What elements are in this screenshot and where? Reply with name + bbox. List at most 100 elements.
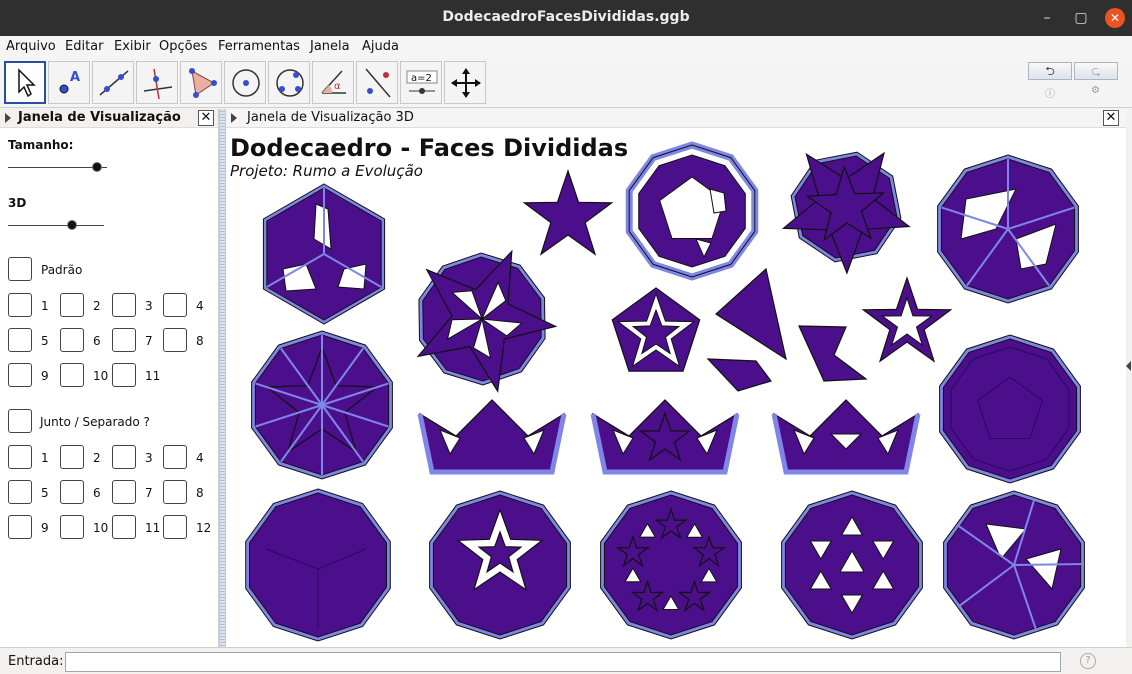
menu-exibir[interactable]: Exibir: [114, 39, 151, 54]
checkbox-label: 5: [41, 334, 49, 348]
checkbox-g1-1[interactable]: [8, 293, 32, 317]
line-tool-button[interactable]: [92, 61, 134, 104]
maximize-icon[interactable]: ▢: [1071, 8, 1091, 28]
title-bar: DodecaedroFacesDivididas.ggb – ▢ ✕: [0, 0, 1132, 36]
checkbox-label: 4: [196, 451, 204, 465]
checkbox-g1-7[interactable]: [112, 328, 136, 352]
checkbox-label: 3: [145, 299, 153, 313]
checkbox-g2-6[interactable]: [60, 480, 84, 504]
checkbox-g2-9[interactable]: [8, 515, 32, 539]
checkbox-label: 8: [196, 486, 204, 500]
checkbox-g2-3[interactable]: [112, 445, 136, 469]
solid-decagon-closed-body: [942, 338, 1078, 480]
menu-editar[interactable]: Editar: [65, 39, 104, 54]
settings-gear-icon[interactable]: ⚙: [1091, 85, 1100, 96]
menu-bar: Arquivo Editar Exibir Opções Ferramentas…: [0, 36, 1132, 58]
checkbox-label: 4: [196, 299, 204, 313]
checkbox-g2-11[interactable]: [112, 515, 136, 539]
circle-three-points-icon: [276, 69, 304, 97]
checkbox-g1-8[interactable]: [163, 328, 187, 352]
svg-text:A: A: [70, 70, 80, 85]
default-checkbox-label: Padrão: [41, 263, 83, 277]
close-3d-view-icon[interactable]: ✕: [1103, 110, 1119, 126]
expand-arrow-icon[interactable]: [1126, 361, 1131, 371]
checkbox-g1-11[interactable]: [112, 363, 136, 387]
input-bar: Entrada: ?: [0, 647, 1132, 674]
checkbox-g1-9[interactable]: [8, 363, 32, 387]
angle-tool-button[interactable]: α: [312, 61, 354, 104]
polyhedra-scene[interactable]: Dodecaedro - Faces Divididas Projeto: Ru…: [226, 129, 1126, 647]
view3d-slider-handle[interactable]: [67, 220, 78, 230]
together-separate-checkbox[interactable]: [8, 409, 32, 433]
scene-heading: Dodecaedro - Faces Divididas: [230, 134, 628, 162]
circle-center-icon: [232, 69, 260, 97]
circle-three-points-tool-button[interactable]: [268, 61, 310, 104]
checkbox-g1-5[interactable]: [8, 328, 32, 352]
checkbox-g2-7[interactable]: [112, 480, 136, 504]
view3d-label: 3D: [8, 196, 27, 210]
collapse-arrow-icon[interactable]: [231, 113, 237, 123]
checkbox-g2-5[interactable]: [8, 480, 32, 504]
checkbox-label: 11: [145, 369, 161, 383]
checkbox-g1-3[interactable]: [112, 293, 136, 317]
checkbox-label: 7: [145, 486, 153, 500]
panel-splitter[interactable]: [219, 109, 226, 647]
checkbox-g1-6[interactable]: [60, 328, 84, 352]
checkbox-label: 10: [93, 521, 109, 535]
perpendicular-icon: [143, 68, 173, 100]
angle-icon: α: [321, 70, 346, 94]
input-help-icon[interactable]: ?: [1080, 653, 1096, 669]
checkbox-label: 9: [41, 369, 49, 383]
menu-ajuda[interactable]: Ajuda: [362, 39, 399, 54]
checkbox-label: 6: [93, 334, 101, 348]
point-icon: A: [59, 70, 80, 94]
graphics-view-title: Janela de Visualização: [18, 110, 181, 125]
move-view-icon: [451, 68, 481, 98]
checkbox-label: 9: [41, 521, 49, 535]
quad-shard: [706, 358, 772, 392]
reflect-icon: [365, 68, 391, 98]
close-panel-icon[interactable]: ✕: [198, 110, 214, 126]
perpendicular-tool-button[interactable]: [136, 61, 178, 104]
menu-janela[interactable]: Janela: [310, 39, 350, 54]
checkbox-label: 6: [93, 486, 101, 500]
checkbox-g2-4[interactable]: [163, 445, 187, 469]
loose-star: [522, 169, 614, 256]
checkbox-label: 2: [93, 299, 101, 313]
menu-arquivo[interactable]: Arquivo: [6, 39, 56, 54]
polygon-tool-button[interactable]: [180, 61, 222, 104]
close-window-icon[interactable]: ✕: [1105, 8, 1125, 28]
reflect-tool-button[interactable]: [356, 61, 398, 104]
undo-button[interactable]: ⮌: [1028, 62, 1072, 80]
cursor-arrow-icon: [18, 68, 36, 98]
checkbox-g2-10[interactable]: [60, 515, 84, 539]
scene-subheading: Projeto: Rumo a Evolução: [230, 162, 423, 180]
graphics-view-panel: Janela de Visualização ✕ Tamanho: 3D Pad…: [0, 109, 219, 647]
checkbox-g2-1[interactable]: [8, 445, 32, 469]
point-tool-button[interactable]: A: [48, 61, 90, 104]
checkbox-g2-2[interactable]: [60, 445, 84, 469]
default-checkbox[interactable]: [8, 257, 32, 281]
redo-button[interactable]: ⮎: [1074, 62, 1118, 80]
checkbox-g1-10[interactable]: [60, 363, 84, 387]
checkbox-g1-2[interactable]: [60, 293, 84, 317]
checkbox-label: 2: [93, 451, 101, 465]
move-tool-button[interactable]: [4, 61, 46, 104]
input-field[interactable]: [65, 652, 1061, 672]
checkbox-g1-4[interactable]: [163, 293, 187, 317]
size-slider-handle[interactable]: [92, 162, 103, 172]
collapse-arrow-icon[interactable]: [5, 113, 11, 123]
help-icon[interactable]: ⓘ: [1045, 85, 1055, 100]
menu-ferramentas[interactable]: Ferramentas: [218, 39, 300, 54]
checkbox-label: 1: [41, 451, 49, 465]
checkbox-g2-12[interactable]: [163, 515, 187, 539]
checkbox-g2-8[interactable]: [163, 480, 187, 504]
graphics-view-header: Janela de Visualização ✕: [0, 109, 218, 128]
minimize-icon[interactable]: –: [1037, 8, 1057, 28]
circle-center-tool-button[interactable]: [224, 61, 266, 104]
view3d-slider-track[interactable]: [8, 225, 104, 226]
move-view-tool-button[interactable]: [444, 61, 486, 104]
crown-1-body: [419, 399, 565, 473]
slider-tool-button[interactable]: a=2: [400, 61, 442, 104]
menu-opcoes[interactable]: Opções: [159, 39, 207, 54]
